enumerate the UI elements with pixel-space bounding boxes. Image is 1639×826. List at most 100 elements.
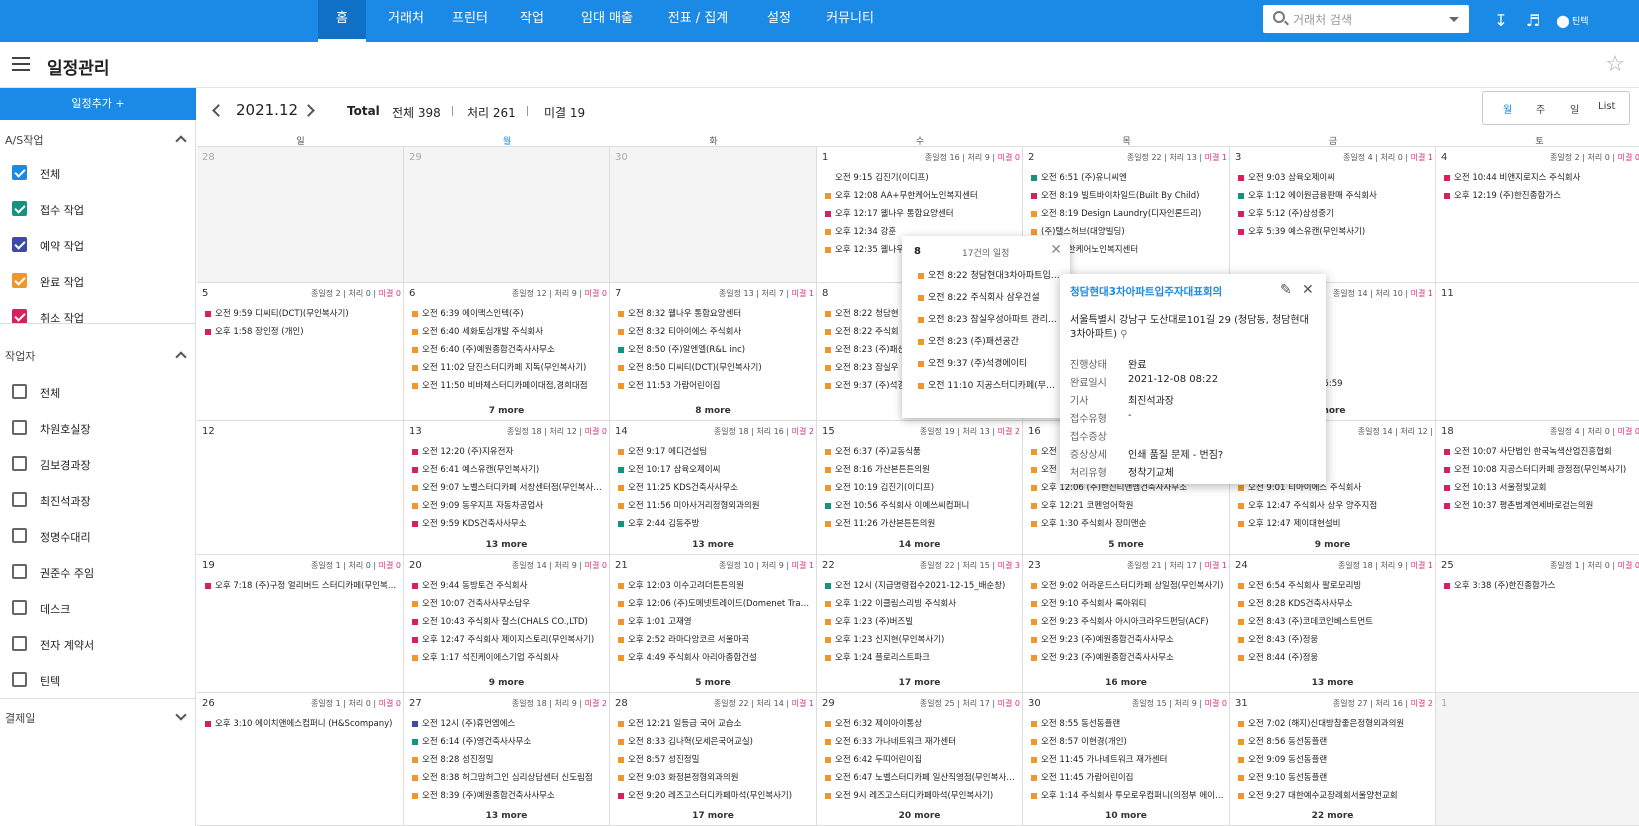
more-link[interactable]: 20 more xyxy=(817,811,1022,821)
popup-event[interactable]: 오전 8:22 청담현대3차아파트입주자대표회의 xyxy=(918,268,1063,281)
calendar-event[interactable]: 오전 12시 (주)휴먼엠에스 xyxy=(412,717,604,729)
calendar-event[interactable]: 오전 9:44 동방토건 주식회사 xyxy=(412,579,604,591)
chevron-down-icon[interactable] xyxy=(175,709,187,721)
calendar-event[interactable]: 오전 11:45 가람어린이집 xyxy=(1031,771,1224,783)
view-month[interactable]: 월 xyxy=(1503,101,1512,116)
calendar-event[interactable]: 오전 11:50 비바체스터디카페이대점,경희대점 xyxy=(412,379,604,391)
checkbox[interactable] xyxy=(12,201,27,216)
popup-event[interactable]: 오전 8:23 (주)패션공간 xyxy=(918,334,1063,347)
day-cell[interactable]: 18 종일정 4 | 처리 0 | 미결 0 오전 10:07 사단법인 한국녹색산… xyxy=(1436,421,1639,555)
checkbox[interactable] xyxy=(12,528,27,543)
close-icon[interactable]: ✕ xyxy=(1302,282,1314,298)
calendar-event[interactable]: 오전 9:15 김진기(이디프) xyxy=(825,171,1017,183)
calendar-event[interactable]: 오전 9:23 주식회사 아시아크라우드펀딩(ACF) xyxy=(1031,615,1224,627)
favorite-star-icon[interactable]: ☆ xyxy=(1605,52,1625,77)
calendar-event[interactable]: 오후 5:12 (주)삼성중기 xyxy=(1238,207,1430,219)
calendar-event[interactable]: 오전 9:20 레즈고스터디카페마석(무인복사기) xyxy=(618,789,811,801)
day-cell[interactable]: 27 종일정 18 | 처리 9 | 미결 2 오전 12시 (주)휴먼엠에스 오전 … xyxy=(404,693,610,826)
day-cell[interactable]: 15 종일정 19 | 처리 13 | 미결 2 오전 6:37 (주)교동식품 오전… xyxy=(817,421,1023,555)
calendar-event[interactable]: 오전 6:37 (주)교동식품 xyxy=(825,445,1017,457)
calendar-event[interactable]: 오후 1:14 주식회사 투모로우컴퍼니(의정부 에이치스터디) xyxy=(1031,789,1224,801)
nav-item[interactable]: 작업 xyxy=(508,0,556,42)
calendar-event[interactable]: 오전 6:40 (주)예원종합건축사사무소 xyxy=(412,343,604,355)
calendar-event[interactable]: 오전 9시 레즈고스터디카페마석(무인복사기) xyxy=(825,789,1017,801)
worker-filter[interactable]: 권준수 주임 xyxy=(12,563,182,583)
more-link[interactable]: 7 more xyxy=(404,406,609,416)
day-cell[interactable]: 20 종일정 14 | 처리 9 | 미결 0 오전 9:44 동방토건 주식회사 오… xyxy=(404,555,610,693)
checkbox[interactable] xyxy=(12,384,27,399)
calendar-event[interactable]: 오전 8:50 (주)알엔엘(R&L inc) xyxy=(618,343,811,355)
dropdown-icon[interactable] xyxy=(1449,17,1459,22)
chevron-up-icon[interactable] xyxy=(175,351,187,363)
calendar-event[interactable]: 오전 8:19 Design Laundry(디자인론드리) xyxy=(1031,207,1224,219)
task-filter[interactable]: 접수 작업 xyxy=(12,200,182,220)
calendar-event[interactable]: 오후 1:17 석진케이에스기업 주식회사 xyxy=(412,651,604,663)
more-link[interactable]: 14 more xyxy=(817,540,1022,550)
checkbox[interactable] xyxy=(12,273,27,288)
more-link[interactable]: 13 more xyxy=(610,540,816,550)
calendar-event[interactable]: 오후 12:06 (주)도메넷트레이드(Domenet Trade) xyxy=(618,597,811,609)
more-link[interactable]: 5 more xyxy=(610,678,816,688)
calendar-event[interactable]: 오전 9:09 동선동플랜 xyxy=(1238,753,1430,765)
task-filter[interactable]: 취소 작업 xyxy=(12,308,182,328)
more-link[interactable]: 9 more xyxy=(404,678,609,688)
day-cell[interactable]: 26 종일정 1 | 처리 0 | 미결 0 오후 3:10 에이치앤에스컴퍼니 (… xyxy=(197,693,404,826)
calendar-event[interactable]: 오전 10:07 사단법인 한국녹색산업진흥협회 xyxy=(1444,445,1637,457)
day-cell[interactable]: 21 종일정 10 | 처리 9 | 미결 1 오후 12:03 이수고려더튼튼의원… xyxy=(610,555,817,693)
task-section-header[interactable]: A/S작업 xyxy=(5,132,43,148)
calendar-event[interactable]: 오전 9:59 KDS건축사사무소 xyxy=(412,517,604,529)
calendar-event[interactable]: 오전 11:56 미아사거리정형외과의원 xyxy=(618,499,811,511)
calendar-event[interactable]: 오후 12:47 제이대현설비 xyxy=(1238,517,1430,529)
more-link[interactable]: 5 more xyxy=(1023,540,1229,550)
calendar-event[interactable]: 오후 4:49 주식회사 아리아종합건설 xyxy=(618,651,811,663)
more-link[interactable]: 17 more xyxy=(610,811,816,821)
calendar-event[interactable]: 오전 9:17 에디건설팅 xyxy=(618,445,811,457)
calendar-event[interactable]: 오후 1:23 (주)버즈빌 xyxy=(825,615,1017,627)
day-cell[interactable]: 24 종일정 18 | 처리 9 | 미결 1 오전 6:54 주식회사 팔로모리빙… xyxy=(1230,555,1436,693)
calendar-event[interactable]: 오전 10:56 주식회사 이예쓰씨컴퍼니 xyxy=(825,499,1017,511)
calendar-event[interactable]: 오전 11:26 가산본튼튼의원 xyxy=(825,517,1017,529)
nav-item[interactable]: 홈 xyxy=(318,0,366,42)
calendar-event[interactable]: 오전 10:43 주식회사 찰스(CHALS CO.,LTD) xyxy=(412,615,604,627)
calendar-event[interactable]: 오전 10:37 평촌범계연세바로걷는의원 xyxy=(1444,499,1637,511)
calendar-event[interactable]: 오전 9:03 화정본정형외과의원 xyxy=(618,771,811,783)
calendar-event[interactable]: 오전 9:27 대한예수교장례회서울양천교회 xyxy=(1238,789,1430,801)
calendar-event[interactable]: 오전 8:19 빌트바이차일드(Built By Child) xyxy=(1031,189,1224,201)
more-link[interactable]: 13 more xyxy=(404,540,609,550)
checkbox[interactable] xyxy=(12,492,27,507)
day-cell[interactable]: 6 종일정 12 | 처리 9 | 미결 0 오전 6:39 에이맥스인텍(주) 오전… xyxy=(404,283,610,421)
calendar-event[interactable]: 오후 1:22 이클림스리빙 주식회사 xyxy=(825,597,1017,609)
calendar-event[interactable]: 오전 8:50 디씨티(DCT)(무인복사기) xyxy=(618,361,811,373)
calendar-event[interactable]: 오전 9:03 삼육오제이씨 xyxy=(1238,171,1430,183)
customer-search[interactable]: 거래처 검색 xyxy=(1263,5,1469,33)
day-cell[interactable]: 12 xyxy=(197,421,404,555)
calendar-event[interactable]: 오전 6:32 제이아이통상 xyxy=(825,717,1017,729)
worker-filter[interactable]: 데스크 xyxy=(12,599,182,619)
calendar-event[interactable]: 오전 8:56 동선동플랜 xyxy=(1238,735,1430,747)
calendar-event[interactable]: 오전 8:38 허그맘허그인 심리상담센터 신도림점 xyxy=(412,771,604,783)
nav-item[interactable]: 프린터 xyxy=(440,0,500,42)
calendar-event[interactable]: 오후 12:47 주식회사 제이지스토리(무인복사기) xyxy=(412,633,604,645)
day-cell[interactable]: 3 종일정 4 | 처리 0 | 미결 1 오전 9:03 삼육오제이씨 오후 1:1… xyxy=(1230,147,1436,283)
calendar-event[interactable]: 오전 9:23 (주)예원종합건축사사무소 xyxy=(1031,651,1224,663)
calendar-event[interactable]: 오전 12시 (지급명령접수2021-12-15_배순창) xyxy=(825,579,1017,591)
task-filter[interactable]: 전체 xyxy=(12,164,182,184)
more-link[interactable]: 13 more xyxy=(404,811,609,821)
popup-event[interactable]: 오전 11:10 지공스터디카페(무인복사기) xyxy=(918,378,1063,391)
calendar-event[interactable]: 오후 1:01 고재영 xyxy=(618,615,811,627)
calendar-event[interactable]: 오후 2:52 라마다앙코르 서울마곡 xyxy=(618,633,811,645)
calendar-event[interactable]: 오후 12:21 코펜엉어학원 xyxy=(1031,499,1224,511)
nav-item[interactable]: 전표 / 집계 xyxy=(650,0,746,42)
calendar-event[interactable]: 오전 10:17 삼육오제이씨 xyxy=(618,463,811,475)
next-month-icon[interactable] xyxy=(302,104,315,117)
calendar-event[interactable]: 오전 12:20 (주)지유전자 xyxy=(412,445,604,457)
day-cell[interactable]: 14 종일정 18 | 처리 16 | 미결 2 오전 9:17 에디건설팅 오전 1… xyxy=(610,421,817,555)
worker-filter[interactable]: 틴텍 xyxy=(12,671,182,691)
popup-event[interactable]: 오전 9:37 (주)석경에이티 xyxy=(918,356,1063,369)
calendar-event[interactable]: 오후 12:08 AA+무한케어노인복지센터 xyxy=(825,189,1017,201)
calendar-event[interactable]: 오전 8:39 (주)예원종합건축사사무소 xyxy=(412,789,604,801)
checkbox[interactable] xyxy=(12,456,27,471)
calendar-event[interactable]: 오전 6:51 (주)유니씨엔 xyxy=(1031,171,1224,183)
day-cell[interactable]: 28 종일정 22 | 처리 14 | 미결 1 오전 12:21 일등급 국어 교… xyxy=(610,693,817,826)
chevron-up-icon[interactable] xyxy=(175,135,187,147)
